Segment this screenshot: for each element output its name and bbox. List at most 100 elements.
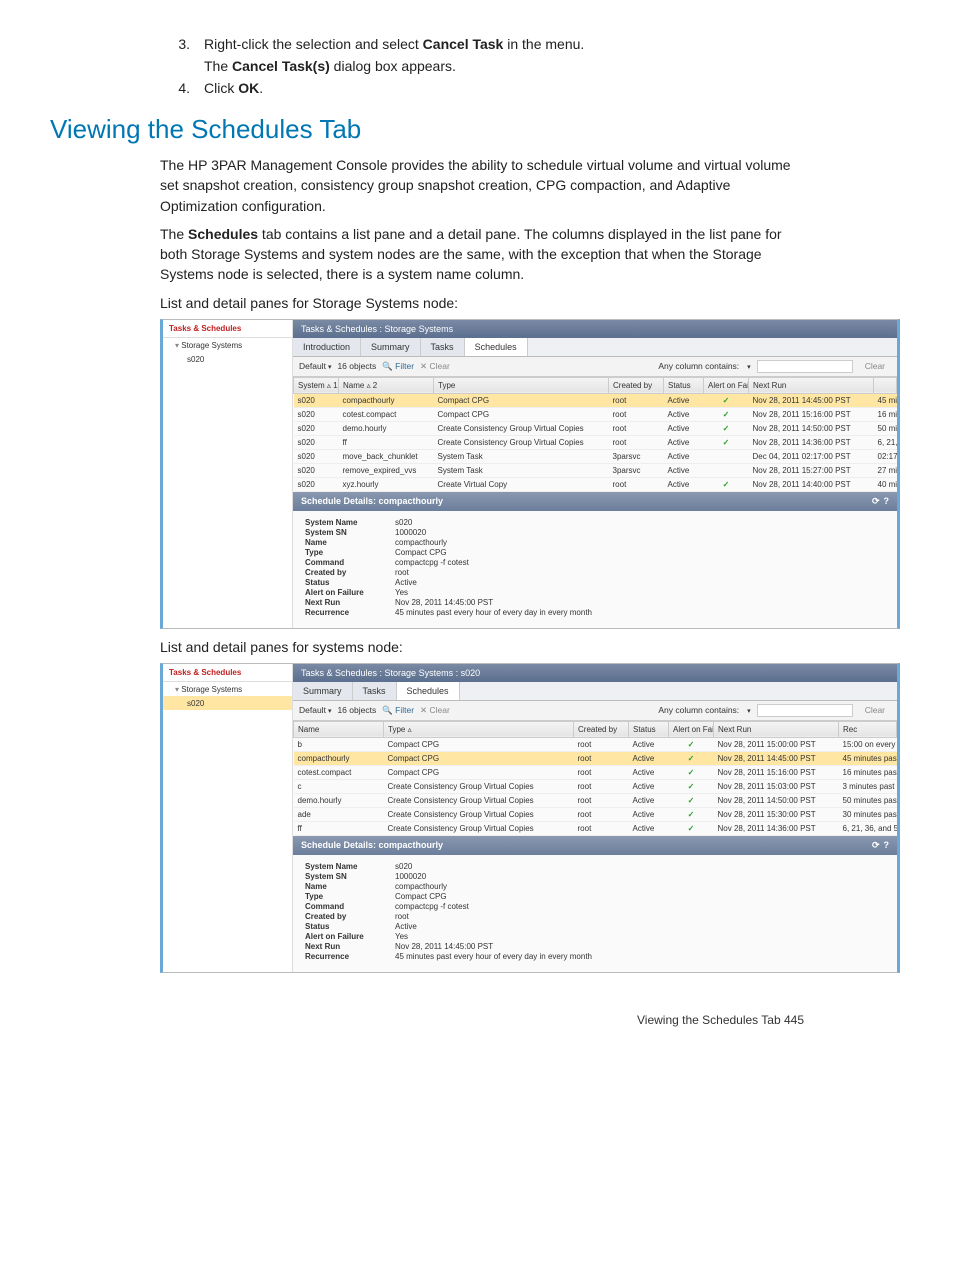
cell: ff [294,821,384,835]
table-row[interactable]: adeCreate Consistency Group Virtual Copi… [294,807,897,821]
cell: Nov 28, 2011 15:30:00 PST [714,807,839,821]
col-name[interactable]: Name [294,721,384,737]
col-alert[interactable]: Alert on Failure [669,721,714,737]
check-icon: ✓ [708,424,745,433]
table-row[interactable]: s020ffCreate Consistency Group Virtual C… [294,435,897,449]
cell: root [609,393,664,407]
detail-row: Recurrence45 minutes past every hour of … [305,608,885,617]
schedules-table: Name Type ▵ Created by Status Alert on F… [293,721,897,836]
tab-summary[interactable]: Summary [293,682,353,700]
filter-input[interactable] [757,360,853,373]
table-row[interactable]: s020move_back_chunkletSystem Task3parsvc… [294,449,897,463]
col-recurrence[interactable]: Rec [839,721,897,737]
table-row[interactable]: cotest.compactCompact CPGrootActive✓Nov … [294,765,897,779]
default-dropdown[interactable]: Default [299,361,331,371]
col-name[interactable]: Name ▵ 2 [339,377,434,393]
clear-button[interactable]: ✕ Clear [420,361,450,372]
nav-item-system[interactable]: s020 [163,696,292,710]
cell: ✓ [669,807,714,821]
cell: ✓ [704,393,749,407]
help-icon[interactable]: ? [884,840,890,850]
cell: 6, 21, 36, and 51 minutes past ev [839,821,897,835]
nav-title: Tasks & Schedules [163,320,292,338]
table-row[interactable]: s020cotest.compactCompact CPGrootActive✓… [294,407,897,421]
schedules-table: System ▵ 1 Name ▵ 2 Type Created by Stat… [293,377,897,492]
cell: Create Consistency Group Virtual Copies [434,435,609,449]
check-icon: ✓ [673,796,710,805]
nav-item-storage-systems[interactable]: ▾ Storage Systems [163,338,292,352]
help-icon[interactable]: ? [884,496,890,506]
tab-summary[interactable]: Summary [361,338,421,356]
col-status[interactable]: Status [629,721,669,737]
col-recurrence[interactable] [874,377,897,393]
detail-key: Next Run [305,598,395,607]
table-row[interactable]: ffCreate Consistency Group Virtual Copie… [294,821,897,835]
col-nextrun[interactable]: Next Run [749,377,874,393]
table-row[interactable]: s020demo.hourlyCreate Consistency Group … [294,421,897,435]
check-icon: ✓ [708,410,745,419]
cell: s020 [294,477,339,491]
detail-key: Status [305,922,395,931]
clear-filter-button[interactable]: Clear [865,705,885,715]
text: . [259,80,263,96]
default-dropdown[interactable]: Default [299,705,331,715]
filter-button[interactable]: 🔍 Filter [382,705,414,716]
cell: ✓ [704,435,749,449]
col-createdby[interactable]: Created by [574,721,629,737]
cell: ✓ [669,737,714,751]
clear-filter-button[interactable]: Clear [865,361,885,371]
step-number: 4. [160,80,190,96]
table-row[interactable]: cCreate Consistency Group Virtual Copies… [294,779,897,793]
tab-introduction[interactable]: Introduction [293,338,361,356]
tab-schedules[interactable]: Schedules [397,682,460,700]
refresh-icon[interactable]: ⟳ [872,496,880,506]
tab-schedules[interactable]: Schedules [465,338,528,356]
clear-button[interactable]: ✕ Clear [420,705,450,716]
nav-label: Storage Systems [181,341,242,350]
detail-value: compacthourly [395,538,447,547]
detail-row: Namecompacthourly [305,882,885,891]
cell: cotest.compact [339,407,434,421]
cell: ✓ [704,421,749,435]
check-icon: ✓ [673,754,710,763]
object-count: 16 objects [337,361,376,371]
col-createdby[interactable]: Created by [609,377,664,393]
table-row[interactable]: bCompact CPGrootActive✓Nov 28, 2011 15:0… [294,737,897,751]
anycol-dropdown[interactable] [745,361,751,371]
table-row[interactable]: s020xyz.hourlyCreate Virtual CopyrootAct… [294,477,897,491]
nav-item-storage-systems[interactable]: ▾ Storage Systems [163,682,292,696]
cell: Dec 04, 2011 02:17:00 PST [749,449,874,463]
col-nextrun[interactable]: Next Run [714,721,839,737]
anycol-dropdown[interactable] [745,705,751,715]
col-type[interactable]: Type [434,377,609,393]
detail-row: Created byroot [305,912,885,921]
cell: ✓ [669,779,714,793]
col-system[interactable]: System ▵ 1 [294,377,339,393]
cell: 30 minutes past every hour of ev [839,807,897,821]
table-row[interactable]: demo.hourlyCreate Consistency Group Virt… [294,793,897,807]
tab-tasks[interactable]: Tasks [353,682,397,700]
nav-item-system[interactable]: s020 [163,352,292,366]
table-row[interactable]: s020remove_expired_vvsSystem Task3parsvc… [294,463,897,477]
cell: 50 minutes past ev [874,421,897,435]
table-row[interactable]: compacthourlyCompact CPGrootActive✓Nov 2… [294,751,897,765]
col-type[interactable]: Type ▵ [384,721,574,737]
col-alert[interactable]: Alert on Failure [704,377,749,393]
figure-caption: List and detail panes for Storage System… [160,295,804,311]
table-row[interactable]: s020compacthourlyCompact CPGrootActive✓N… [294,393,897,407]
tab-tasks[interactable]: Tasks [421,338,465,356]
filter-button[interactable]: 🔍 Filter [382,361,414,372]
col-status[interactable]: Status [664,377,704,393]
cell: ✓ [669,793,714,807]
cell: Nov 28, 2011 15:00:00 PST [714,737,839,751]
cell: s020 [294,407,339,421]
cell: Active [664,435,704,449]
cell: 02:17 on Sunday in [874,449,897,463]
detail-title: Schedule Details: compacthourly [301,496,443,506]
page-footer: Viewing the Schedules Tab 445 [50,1013,804,1027]
detail-value: Yes [395,932,408,941]
filter-input[interactable] [757,704,853,717]
detail-row: System SN1000020 [305,872,885,881]
refresh-icon[interactable]: ⟳ [872,840,880,850]
detail-body: System Names020System SN1000020Namecompa… [293,511,897,628]
